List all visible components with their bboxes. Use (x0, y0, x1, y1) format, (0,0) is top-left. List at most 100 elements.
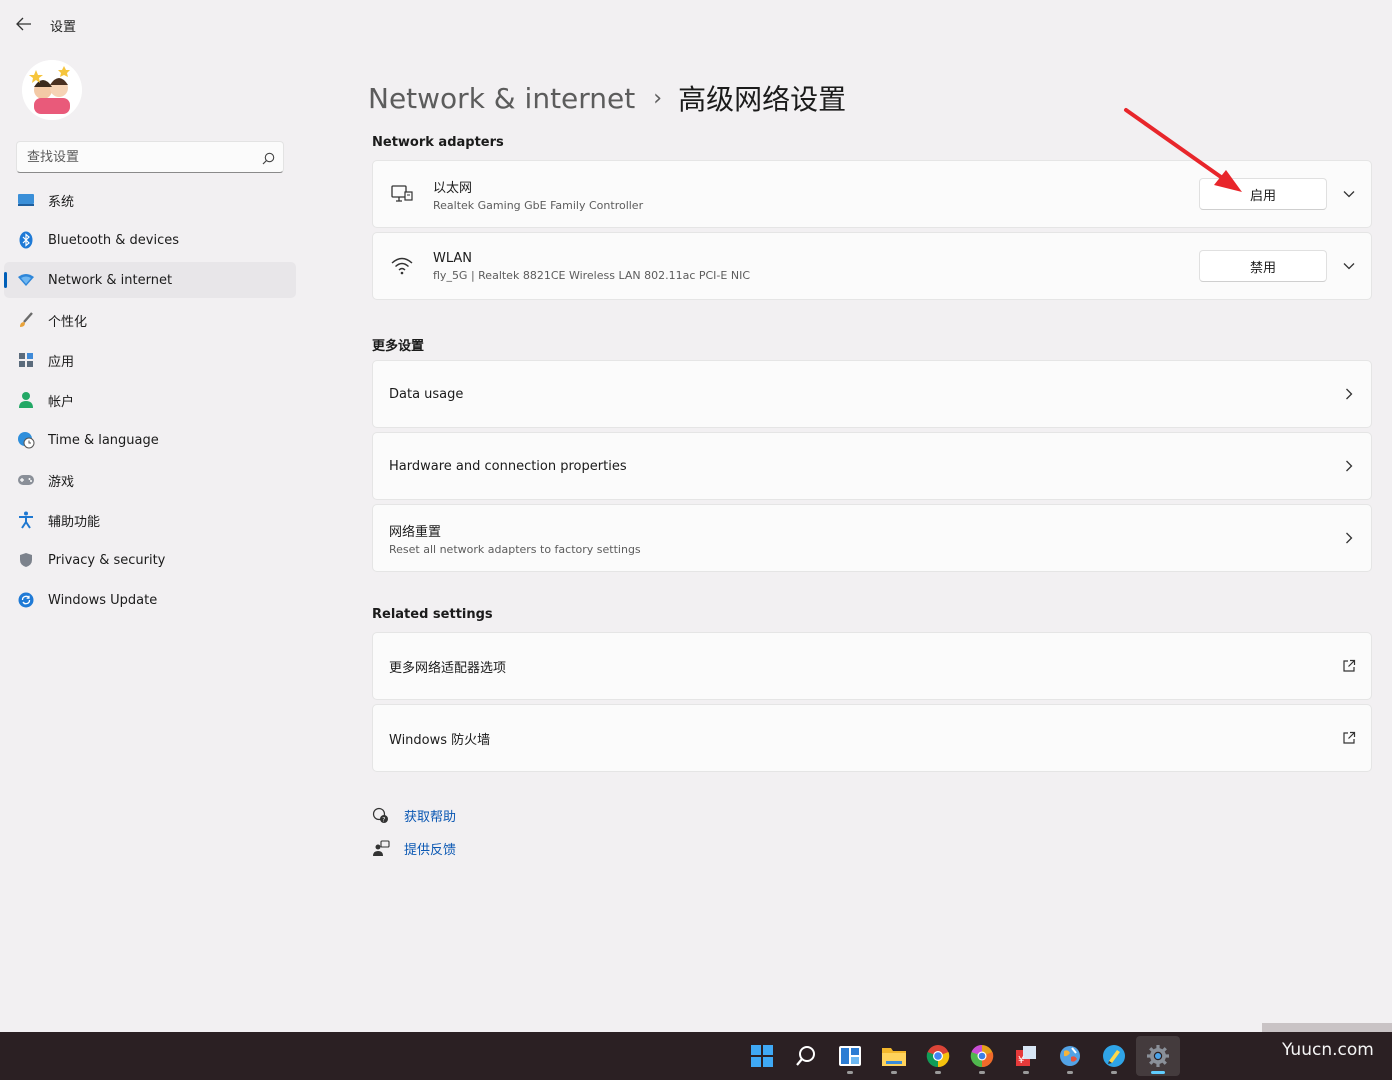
monitor-icon (16, 190, 36, 210)
adapter-name: 以太网 (433, 180, 473, 196)
person-icon (16, 390, 36, 410)
hardware-properties-card[interactable]: Hardware and connection properties (372, 432, 1372, 500)
card-title: Data usage (389, 386, 464, 402)
sidebar-item-accessibility[interactable]: 辅助功能 (4, 502, 296, 538)
sidebar-item-label: Time & language (48, 432, 159, 448)
sidebar-item-label: Network & internet (48, 272, 173, 288)
card-title: Windows 防火墙 (389, 732, 491, 748)
search-icon[interactable] (784, 1036, 828, 1076)
wifi-icon (391, 255, 413, 277)
app-title: 设置 (50, 20, 77, 35)
sidebar-item-system[interactable]: 系统 (4, 182, 296, 218)
shield-icon (16, 550, 36, 570)
svg-text:?: ? (382, 816, 385, 823)
sidebar-item-privacy[interactable]: Privacy & security (4, 542, 296, 578)
start-icon[interactable] (740, 1036, 784, 1076)
running-indicator (847, 1071, 853, 1074)
running-indicator (1023, 1071, 1029, 1074)
section-network-adapters: Network adapters (372, 135, 504, 150)
help-chat-icon: ? (372, 807, 390, 825)
gamepad-icon (16, 470, 36, 490)
card-title: 网络重置 (389, 524, 442, 540)
bluetooth-icon (16, 230, 36, 250)
adapter-ethernet-card[interactable]: 以太网 Realtek Gaming GbE Family Controller… (372, 160, 1372, 228)
taskbar (0, 1032, 1392, 1080)
breadcrumb-separator: › (653, 85, 663, 111)
sidebar-item-windows-update[interactable]: Windows Update (4, 582, 296, 618)
feedback-icon (372, 839, 390, 858)
sidebar-item-gaming[interactable]: 游戏 (4, 462, 296, 498)
file-explorer-icon[interactable] (872, 1036, 916, 1076)
chevron-right-icon (1327, 460, 1371, 472)
adapter-wlan-card[interactable]: WLAN fly_5G | Realtek 8821CE Wireless LA… (372, 232, 1372, 300)
windows-firewall-card[interactable]: Windows 防火墙 (372, 704, 1372, 772)
feedback-label[interactable]: 提供反馈 (404, 839, 456, 858)
sidebar-item-label: 个性化 (48, 314, 88, 330)
taskbar-edge (1262, 1023, 1392, 1032)
sidebar-item-apps[interactable]: 应用 (4, 342, 296, 378)
card-title: 更多网络适配器选项 (389, 660, 507, 676)
adapter-description: fly_5G | Realtek 8821CE Wireless LAN 802… (433, 268, 750, 282)
running-indicator (1151, 1071, 1165, 1074)
enable-button[interactable]: 启用 (1199, 178, 1327, 210)
adapter-description: Realtek Gaming GbE Family Controller (433, 198, 644, 212)
sidebar-item-label: 帐户 (48, 394, 75, 410)
update-icon (16, 590, 36, 610)
settings-icon[interactable] (1136, 1036, 1180, 1076)
network-reset-card[interactable]: 网络重置 Reset all network adapters to facto… (372, 504, 1372, 572)
get-help-label[interactable]: 获取帮助 (404, 806, 456, 825)
search-input[interactable] (17, 142, 247, 172)
adapter-name: WLAN (433, 250, 473, 266)
sidebar-item-personalization[interactable]: 个性化 (4, 302, 296, 338)
disable-button[interactable]: 禁用 (1199, 250, 1327, 282)
sidebar-item-time-language[interactable]: Time & language (4, 422, 296, 458)
sidebar-item-network[interactable]: Network & internet (4, 262, 296, 298)
brush-icon (16, 310, 36, 330)
chrome-icon[interactable] (916, 1036, 960, 1076)
breadcrumb: Network & internet › 高级网络设置 (368, 78, 846, 118)
widgets-icon[interactable] (828, 1036, 872, 1076)
svg-text:¥: ¥ (1018, 1055, 1024, 1066)
get-help-link[interactable]: ? 获取帮助 (372, 806, 456, 825)
external-link-icon (1327, 731, 1371, 745)
sidebar-item-label: 游戏 (48, 474, 75, 490)
card-description: Reset all network adapters to factory se… (389, 542, 641, 556)
sidebar-item-label: Bluetooth & devices (48, 232, 179, 248)
wifi-diamond-icon (16, 270, 36, 290)
data-usage-card[interactable]: Data usage (372, 360, 1372, 428)
chevron-right-icon (1327, 388, 1371, 400)
chevron-down-icon[interactable] (1327, 262, 1371, 270)
more-adapter-options-card[interactable]: 更多网络适配器选项 (372, 632, 1372, 700)
watermark: Yuucn.com (1282, 1040, 1374, 1060)
sidebar-item-bluetooth[interactable]: Bluetooth & devices (4, 222, 296, 258)
section-more-settings: 更多设置 (372, 339, 425, 354)
running-indicator (891, 1071, 897, 1074)
running-indicator (1111, 1071, 1117, 1074)
taskbar-icons: ¥ (740, 1032, 1180, 1080)
sidebar-nav: 系统 Bluetooth & devices Network & interne… (4, 182, 296, 622)
search-icon (262, 150, 275, 169)
sidebar-item-label: 系统 (48, 194, 75, 210)
back-arrow-icon (16, 17, 31, 31)
back-button[interactable] (10, 12, 38, 36)
map-app-icon[interactable] (1048, 1036, 1092, 1076)
page-title: 高级网络设置 (678, 83, 847, 116)
sidebar-item-label: Windows Update (48, 592, 158, 608)
avatar[interactable] (22, 60, 82, 120)
apps-icon (16, 350, 36, 370)
breadcrumb-parent[interactable]: Network & internet (368, 82, 635, 115)
chevron-down-icon[interactable] (1327, 190, 1371, 198)
sidebar-item-label: 应用 (48, 354, 75, 370)
running-indicator (979, 1071, 985, 1074)
sidebar-item-accounts[interactable]: 帐户 (4, 382, 296, 418)
sidebar-item-label: Privacy & security (48, 552, 166, 568)
sidebar-item-label: 辅助功能 (48, 514, 101, 530)
section-related-settings: Related settings (372, 607, 493, 622)
external-link-icon (1327, 659, 1371, 673)
running-indicator (1067, 1071, 1073, 1074)
chrome-canary-icon[interactable] (960, 1036, 1004, 1076)
finance-app-icon[interactable]: ¥ (1004, 1036, 1048, 1076)
notes-app-icon[interactable] (1092, 1036, 1136, 1076)
feedback-link[interactable]: 提供反馈 (372, 839, 456, 858)
search-box[interactable] (16, 141, 284, 173)
